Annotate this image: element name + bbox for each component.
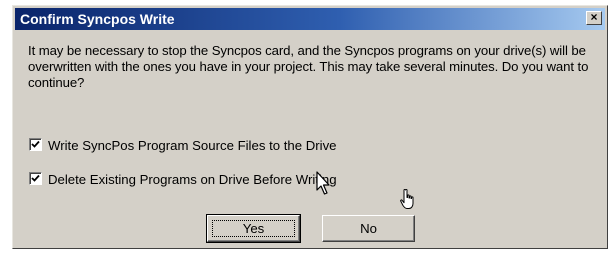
yes-button[interactable]: Yes <box>206 214 301 243</box>
close-button[interactable]: × <box>586 11 602 25</box>
title-bar[interactable]: Confirm Syncpos Write × <box>15 8 605 30</box>
delete-existing-programs-checkbox[interactable] <box>29 172 42 186</box>
dialog-title: Confirm Syncpos Write <box>20 11 175 27</box>
checkmark-icon <box>31 140 40 148</box>
write-source-files-label: Write SyncPos Program Source Files to th… <box>48 137 337 153</box>
yes-button-label: Yes <box>242 220 265 236</box>
confirm-dialog: Confirm Syncpos Write × It may be necess… <box>12 5 608 249</box>
no-button[interactable]: No <box>322 215 415 242</box>
close-icon: × <box>590 10 598 24</box>
delete-existing-programs-label: Delete Existing Programs on Drive Before… <box>48 171 337 187</box>
message-text: It may be necessary to stop the Syncpos … <box>28 43 589 90</box>
option-write-source-files[interactable]: Write SyncPos Program Source Files to th… <box>29 137 337 154</box>
option-delete-existing-programs[interactable]: Delete Existing Programs on Drive Before… <box>29 171 337 188</box>
checkmark-icon <box>31 174 40 182</box>
no-button-label: No <box>360 220 377 236</box>
write-source-files-checkbox[interactable] <box>29 138 42 152</box>
